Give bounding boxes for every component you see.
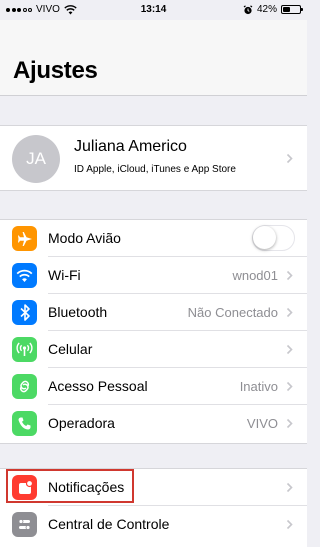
notifications-icon [12,475,37,500]
settings-row-notifications[interactable]: Notificações [0,469,307,506]
settings-row-personal-hotspot[interactable]: Acesso Pessoal Inativo [0,368,307,405]
settings-row-label: Central de Controle [48,516,170,532]
airplane-mode-toggle[interactable] [252,225,295,251]
profile-name: Juliana Americo [74,138,187,155]
chevron-right-icon [286,381,293,392]
battery-percentage: 42% [256,4,277,15]
chevron-right-icon [286,519,293,530]
settings-row-wifi[interactable]: Wi-Fi wnod01 [0,257,307,294]
settings-row-airplane-mode[interactable]: Modo Avião [0,220,307,257]
phone-icon [12,411,37,436]
settings-row-label: Celular [48,341,93,357]
settings-row-value: Não Conectado [187,305,278,320]
apple-id-profile-row[interactable]: JA Juliana Americo ID Apple, iCloud, iTu… [0,125,307,191]
chevron-right-icon [286,307,293,318]
chevron-right-icon [286,418,293,429]
profile-subtitle: ID Apple, iCloud, iTunes e App Store [74,164,236,175]
airplane-icon [12,226,37,251]
chevron-right-icon [286,270,293,281]
battery-icon [281,5,303,14]
settings-row-value: wnod01 [232,268,278,283]
page-title: Ajustes [13,57,98,84]
settings-row-bluetooth[interactable]: Bluetooth Não Conectado [0,294,307,331]
chevron-right-icon [286,482,293,493]
settings-row-control-center[interactable]: Central de Controle [0,506,307,543]
chevron-right-icon [286,153,293,164]
cellular-icon [12,337,37,362]
settings-row-label: Bluetooth [48,304,108,320]
settings-row-label: Wi-Fi [48,267,81,283]
navigation-header: Ajustes [0,20,307,96]
bluetooth-icon [12,300,37,325]
status-bar: VIVO 13:14 42% [0,0,307,20]
alarm-icon [243,4,253,14]
chevron-right-icon [286,344,293,355]
toggle-knob [253,226,276,249]
connectivity-group: Modo Avião Wi-Fi wnod01 Bluetooth Não Co… [0,219,307,444]
settings-row-carrier[interactable]: Operadora VIVO [0,405,307,442]
settings-row-cellular[interactable]: Celular [0,331,307,368]
wifi-icon [12,263,37,288]
avatar: JA [12,135,60,183]
settings-row-label: Notificações [48,479,125,495]
settings-row-value: Inativo [239,379,278,394]
control-center-icon [12,512,37,537]
hotspot-icon [12,374,37,399]
settings-row-label: Modo Avião [48,230,121,246]
system-group: Notificações Central de Controle [0,468,307,547]
settings-row-label: Operadora [48,415,115,431]
status-right: 42% [243,4,303,15]
settings-row-label: Acesso Pessoal [48,378,148,394]
settings-row-value: VIVO [246,416,278,431]
